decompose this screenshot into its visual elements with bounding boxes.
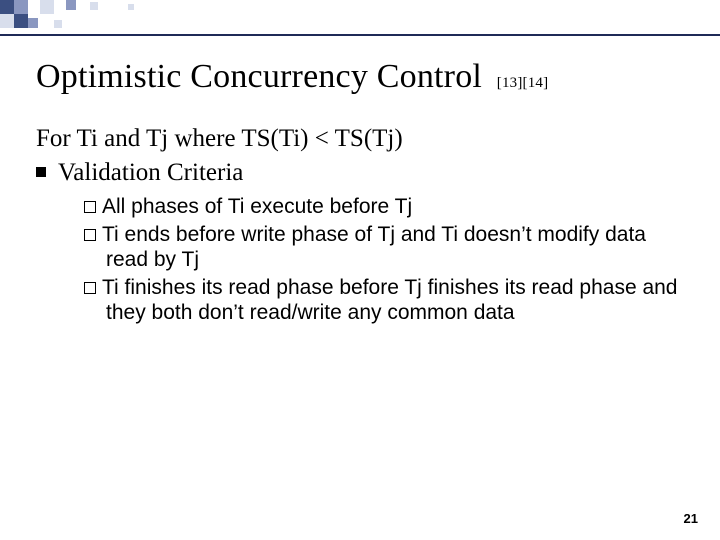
checkbox-icon: [84, 229, 96, 241]
slide-title: Optimistic Concurrency Control [13][14]: [36, 58, 684, 95]
page-number: 21: [684, 511, 698, 526]
title-text: Optimistic Concurrency Control: [36, 58, 482, 95]
title-underline: [0, 34, 720, 36]
slide-content: Optimistic Concurrency Control [13][14] …: [36, 50, 684, 328]
checkbox-icon: [84, 201, 96, 213]
criteria-text: Ti finishes its read phase before Tj fin…: [102, 276, 678, 325]
criteria-item: Ti ends before write phase of Tj and Ti …: [36, 222, 684, 273]
criteria-heading: Validation Criteria: [36, 157, 684, 188]
checkbox-icon: [84, 282, 96, 294]
criteria-item: All phases of Ti execute before Tj: [36, 194, 684, 220]
title-references: [13][14]: [497, 75, 549, 91]
criteria-text: Ti ends before write phase of Tj and Ti …: [102, 223, 646, 272]
intro-line: For Ti and Tj where TS(Ti) < TS(Tj): [36, 123, 684, 154]
corner-decoration: [0, 0, 160, 34]
criteria-item: Ti finishes its read phase before Tj fin…: [36, 275, 684, 326]
criteria-text: All phases of Ti execute before Tj: [102, 195, 412, 218]
